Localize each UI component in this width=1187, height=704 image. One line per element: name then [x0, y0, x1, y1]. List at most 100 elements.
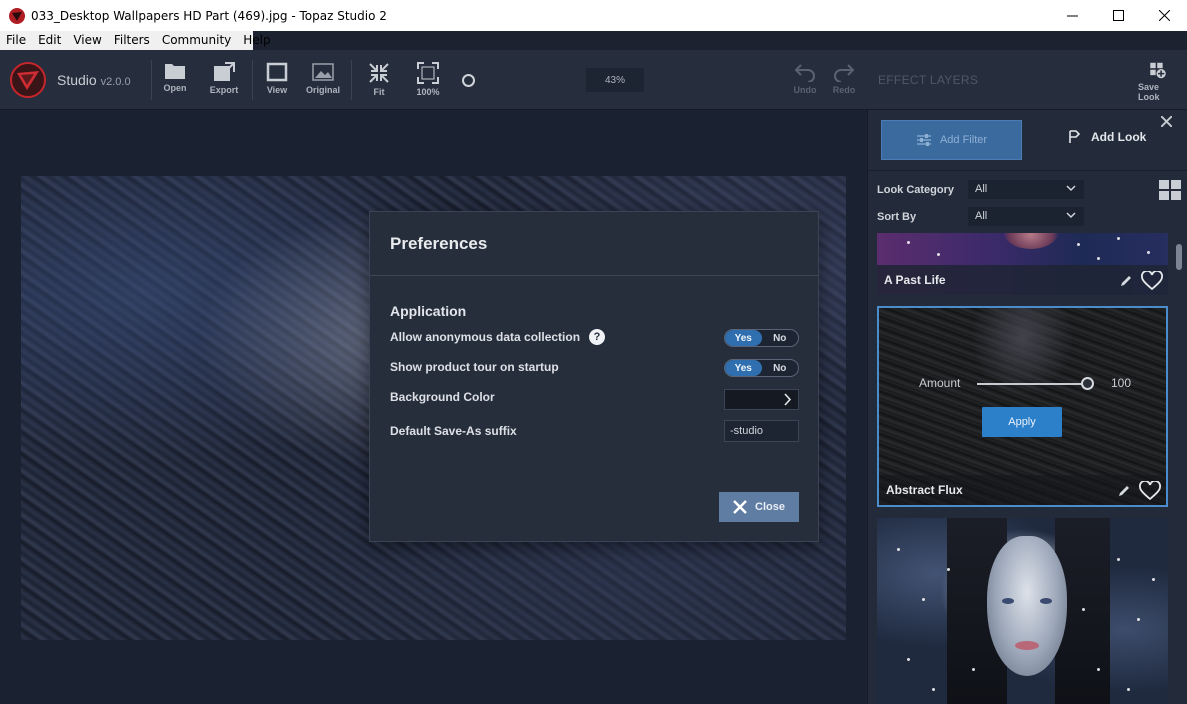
anon-no-option[interactable]: No	[762, 330, 799, 346]
app-name: Studio	[57, 72, 97, 88]
minimize-button[interactable]	[1049, 0, 1095, 31]
look-card[interactable]	[877, 518, 1168, 704]
amount-label: Amount	[919, 376, 961, 390]
product-tour-label: Show product tour on startup	[390, 360, 559, 374]
zoom-100-label: 100%	[416, 87, 440, 97]
anon-data-toggle[interactable]: Yes No	[724, 329, 799, 347]
close-label: Close	[755, 501, 785, 513]
amount-slider-track[interactable]	[977, 383, 1087, 385]
export-label: Export	[209, 85, 239, 95]
save-look-icon	[1150, 62, 1166, 79]
add-look-button[interactable]: Add Look	[1068, 130, 1146, 144]
heart-icon[interactable]	[1139, 481, 1161, 501]
look-thumbnail	[1015, 641, 1039, 650]
view-button[interactable]: View	[257, 62, 297, 102]
pencil-icon[interactable]	[1117, 484, 1131, 498]
looks-scrollbar[interactable]	[1176, 244, 1182, 270]
menu-view[interactable]: View	[67, 31, 107, 50]
maximize-icon	[1112, 10, 1124, 21]
close-icon	[1160, 115, 1173, 128]
studio-logo	[10, 62, 46, 98]
look-category-dropdown[interactable]: All	[968, 180, 1084, 199]
sort-by-value: All	[975, 210, 988, 222]
window-title: 033_Desktop Wallpapers HD Part (469).jpg…	[31, 8, 387, 23]
fit-button[interactable]: Fit	[359, 62, 399, 102]
app-version: v2.0.0	[100, 76, 131, 88]
undo-label: Undo	[793, 85, 817, 95]
save-look-label: Save Look	[1138, 82, 1160, 102]
background-color-label: Background Color	[390, 390, 495, 404]
export-button[interactable]: Export	[204, 62, 244, 102]
chevron-down-icon	[1066, 185, 1076, 192]
help-icon[interactable]: ?	[589, 329, 605, 345]
toolbar-divider	[151, 60, 152, 100]
open-button[interactable]: Open	[155, 62, 195, 102]
zoom-100-button[interactable]: 100%	[408, 62, 448, 102]
fit-icon	[369, 63, 389, 83]
look-card-selected[interactable]: Amount 100 Apply Abstract Flux	[877, 306, 1168, 507]
view-label: View	[266, 85, 288, 95]
chevron-right-icon	[784, 393, 792, 406]
save-as-suffix-input[interactable]: -studio	[724, 420, 799, 442]
close-dialog-button[interactable]: Close	[719, 492, 799, 522]
look-category-value: All	[975, 183, 988, 195]
panel-close-button[interactable]	[1160, 114, 1173, 131]
image-icon	[312, 63, 334, 81]
save-look-button[interactable]: Save Look	[1138, 62, 1178, 102]
grid-view-icon[interactable]	[1159, 180, 1181, 200]
open-label: Open	[163, 83, 187, 93]
looks-list: A Past Life Amount 100 Apply Abstract Fl…	[868, 233, 1174, 704]
redo-button[interactable]: Redo	[824, 62, 864, 102]
look-thumbnail	[987, 536, 1067, 676]
pencil-icon[interactable]	[1119, 274, 1133, 288]
menu-bar: File Edit View Filters Community Help	[0, 31, 1187, 50]
zoom-slider-handle[interactable]	[462, 74, 475, 87]
menu-filters[interactable]: Filters	[108, 31, 156, 50]
product-tour-toggle[interactable]: Yes No	[724, 359, 799, 377]
dialog-divider	[370, 275, 818, 276]
window-close-button[interactable]	[1141, 0, 1187, 31]
tour-no-option[interactable]: No	[762, 360, 799, 376]
sort-by-dropdown[interactable]: All	[968, 207, 1084, 226]
export-icon	[214, 62, 235, 81]
apply-button[interactable]: Apply	[982, 407, 1062, 437]
background-color-picker[interactable]	[724, 389, 799, 410]
chevron-down-icon	[1066, 212, 1076, 219]
panel-divider	[868, 170, 1187, 171]
menu-community[interactable]: Community	[156, 31, 237, 50]
original-button[interactable]: Original	[303, 62, 343, 102]
look-name: Abstract Flux	[886, 483, 963, 497]
save-as-suffix-label: Default Save-As suffix	[390, 424, 517, 438]
dialog-title: Preferences	[390, 234, 488, 253]
heart-icon[interactable]	[1141, 271, 1163, 291]
add-filter-button[interactable]: Add Filter	[881, 120, 1022, 160]
add-look-label: Add Look	[1091, 130, 1147, 144]
zoom-value-display[interactable]: 43%	[586, 68, 644, 92]
minimize-icon	[1066, 15, 1078, 17]
effect-layers-header[interactable]: EFFECT LAYERS	[878, 73, 978, 87]
maximize-button[interactable]	[1095, 0, 1141, 31]
original-label: Original	[305, 85, 340, 95]
amount-slider-thumb[interactable]	[1081, 377, 1094, 390]
sliders-icon	[916, 134, 931, 146]
add-filter-label: Add Filter	[939, 134, 988, 146]
anon-yes-option[interactable]: Yes	[725, 330, 762, 346]
preferences-dialog: Preferences Application Allow anonymous …	[369, 211, 819, 542]
look-card[interactable]: A Past Life	[877, 233, 1168, 295]
look-thumbnail	[1003, 233, 1059, 249]
looks-panel: Add Filter Add Look Look Category All So…	[867, 110, 1187, 704]
look-name: A Past Life	[884, 273, 946, 287]
look-category-label: Look Category	[877, 184, 955, 196]
menu-file[interactable]: File	[0, 31, 32, 50]
tour-yes-option[interactable]: Yes	[725, 360, 762, 376]
menu-help[interactable]: Help	[237, 31, 276, 50]
fit-label: Fit	[373, 87, 385, 97]
undo-button[interactable]: Undo	[785, 62, 825, 102]
studio-title: Studio v2.0.0	[57, 72, 131, 88]
undo-icon	[794, 64, 815, 82]
toolbar-divider	[351, 60, 352, 100]
amount-value: 100	[1111, 376, 1132, 390]
menu-edit[interactable]: Edit	[32, 31, 67, 50]
view-icon	[266, 62, 288, 82]
topaz-app-icon	[9, 7, 25, 24]
